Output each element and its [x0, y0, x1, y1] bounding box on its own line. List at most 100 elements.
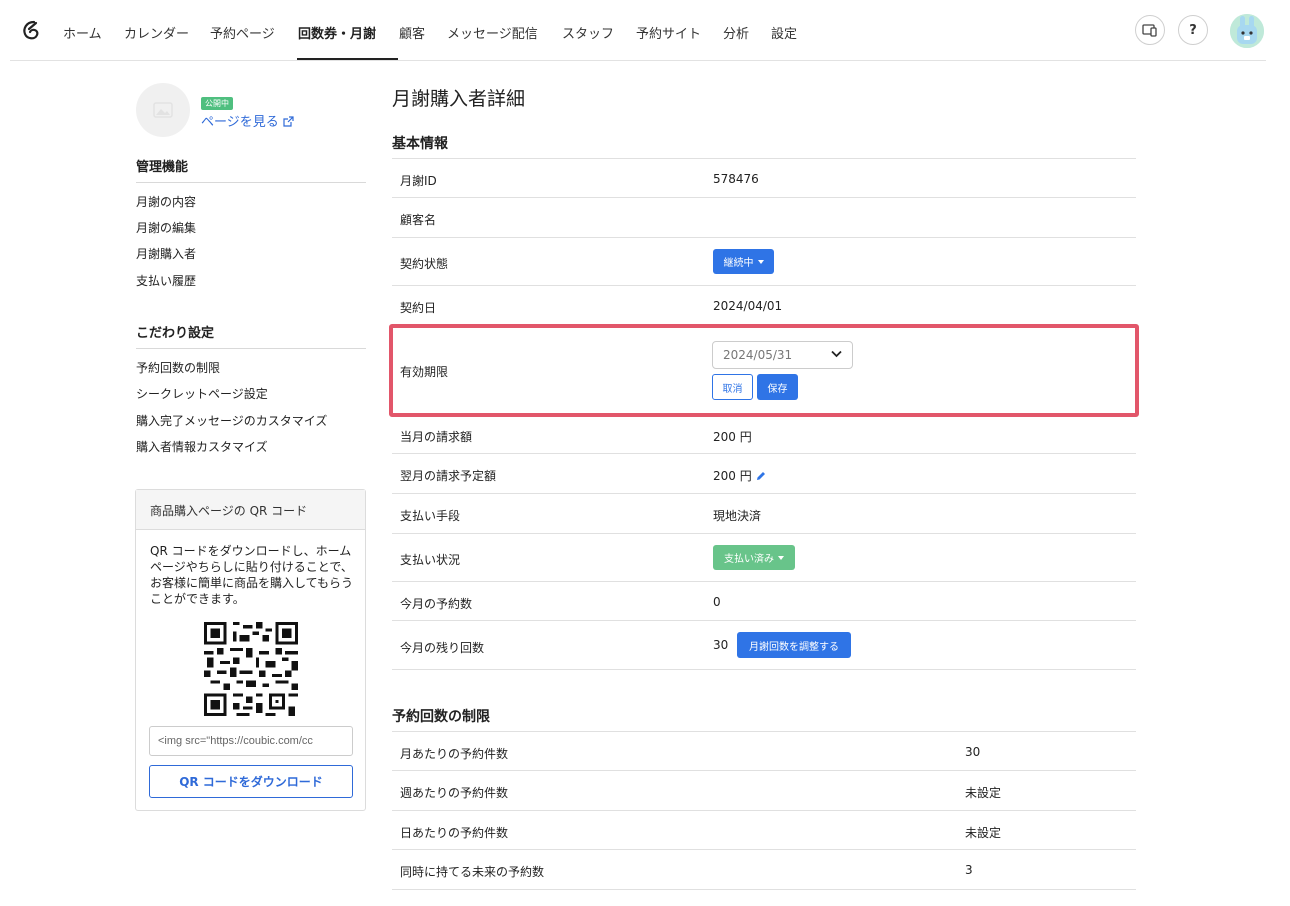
divider — [392, 849, 1136, 850]
divider — [392, 581, 1136, 582]
month-bookings-label: 今月の予約数 — [400, 597, 473, 611]
contract-status-value: 継続中 — [723, 258, 754, 269]
expiry-date-select[interactable]: 2024/05/31 — [712, 341, 853, 369]
nav-message-delivery[interactable]: メッセージ配信 — [447, 23, 538, 42]
caret-down-icon — [757, 259, 764, 264]
product-thumbnail — [136, 83, 190, 137]
payment-status-label: 支払い状況 — [400, 553, 461, 567]
limit-row-label: 同時に持てる未来の予約数 — [400, 865, 545, 879]
contract-status-label: 契約状態 — [400, 257, 449, 271]
contract-date-label: 契約日 — [400, 301, 437, 315]
nav-analytics[interactable]: 分析 — [723, 23, 749, 42]
sidebar-item-secret-page[interactable]: シークレットページ設定 — [136, 385, 268, 402]
pencil-edit-icon[interactable] — [756, 471, 766, 481]
expiry-date-value: 2024/05/31 — [723, 348, 793, 362]
view-page-link[interactable]: ページを見る — [201, 111, 294, 130]
qr-panel-heading: 商品購入ページの QR コード — [136, 490, 365, 530]
view-page-label: ページを見る — [201, 115, 279, 130]
payment-status-dropdown[interactable]: 支払い済み — [713, 545, 795, 570]
limit-row-label: 月あたりの予約件数 — [400, 747, 509, 761]
rabbit-avatar-icon — [1230, 14, 1264, 48]
remaining-count-value: 30 — [713, 638, 729, 652]
next-bill-value: 200 円 — [713, 469, 752, 483]
divider — [136, 348, 366, 349]
limit-row-value: 未設定 — [965, 826, 1002, 840]
expiry-label: 有効期限 — [400, 365, 449, 379]
expiry-edit-highlight — [389, 324, 1139, 417]
contract-status-dropdown[interactable]: 継続中 — [713, 249, 774, 274]
booking-limits-heading: 予約回数の制限 — [392, 709, 490, 725]
nav-tickets-monthly[interactable]: 回数券・月謝 — [298, 23, 376, 42]
active-tab-indicator — [297, 58, 398, 60]
sidebar-item-monthly-purchasers[interactable]: 月謝購入者 — [136, 245, 196, 262]
customer-name-label: 顧客名 — [400, 213, 437, 227]
divider — [392, 493, 1136, 494]
nav-home[interactable]: ホーム — [63, 23, 102, 42]
chevron-down-icon — [831, 350, 842, 358]
next-bill-label: 翌月の請求予定額 — [400, 469, 497, 483]
payment-method-label: 支払い手段 — [400, 509, 461, 523]
nav-settings[interactable]: 設定 — [771, 23, 797, 42]
management-heading: 管理機能 — [136, 160, 189, 175]
status-badge: 公開中 — [201, 97, 233, 110]
sidebar-item-booking-limit[interactable]: 予約回数の制限 — [136, 359, 220, 376]
id-value: 578476 — [713, 172, 759, 186]
current-bill-label: 当月の請求額 — [400, 430, 473, 444]
month-bookings-value: 0 — [713, 595, 721, 609]
custom-settings-heading: こだわり設定 — [136, 326, 215, 341]
top-navigation: ホーム カレンダー 予約ページ 回数券・月謝 顧客 メッセージ配信 スタッフ 予… — [10, 0, 1266, 61]
divider — [392, 158, 1136, 159]
user-avatar[interactable] — [1230, 14, 1264, 48]
caret-down-icon — [778, 555, 784, 560]
sidebar-item-completion-message[interactable]: 購入完了メッセージのカスタマイズ — [136, 412, 327, 429]
limit-row-value: 30 — [965, 745, 981, 759]
divider — [392, 453, 1136, 454]
qr-code-panel: 商品購入ページの QR コード QR コードをダウンロードし、ホームページやちら… — [135, 489, 366, 811]
divider — [392, 533, 1136, 534]
cancel-button[interactable]: 取消 — [712, 374, 753, 400]
devices-button[interactable] — [1135, 15, 1165, 45]
qr-download-button[interactable]: QR コードをダウンロード — [149, 765, 353, 798]
nav-booking-site[interactable]: 予約サイト — [636, 23, 701, 42]
limit-row-label: 週あたりの予約件数 — [400, 786, 509, 800]
divider — [392, 770, 1136, 771]
divider — [392, 669, 1136, 670]
divider — [392, 237, 1136, 238]
contract-date-value: 2024/04/01 — [713, 299, 783, 313]
nav-customers[interactable]: 顧客 — [399, 23, 425, 42]
page-title: 月謝購入者詳細 — [392, 88, 526, 110]
limit-row-value: 3 — [965, 863, 973, 877]
sidebar-item-payment-history[interactable]: 支払い履歴 — [136, 272, 196, 289]
divider — [392, 731, 1136, 732]
help-button[interactable]: ? — [1178, 15, 1208, 45]
divider — [392, 810, 1136, 811]
help-label: ? — [1189, 22, 1197, 38]
current-bill-value: 200 円 — [713, 430, 752, 444]
image-placeholder-icon — [153, 102, 173, 118]
divider — [392, 620, 1136, 621]
qr-embed-code-field[interactable]: <img src="https://coubic.com/cc — [149, 726, 353, 756]
divider — [392, 285, 1136, 286]
nav-calendar[interactable]: カレンダー — [124, 23, 189, 42]
save-button[interactable]: 保存 — [757, 374, 798, 400]
id-label: 月謝ID — [400, 174, 437, 188]
qr-code-image — [204, 622, 298, 716]
sidebar-item-monthly-content[interactable]: 月謝の内容 — [136, 193, 196, 210]
divider — [136, 182, 366, 183]
basic-info-heading: 基本情報 — [392, 136, 448, 152]
external-link-icon — [283, 116, 294, 127]
adjust-count-button[interactable]: 月謝回数を調整する — [737, 632, 851, 658]
divider — [392, 197, 1136, 198]
sidebar-item-purchaser-info[interactable]: 購入者情報カスタマイズ — [136, 438, 268, 455]
limit-row-label: 日あたりの予約件数 — [400, 826, 509, 840]
nav-staff[interactable]: スタッフ — [562, 23, 614, 42]
coubic-logo-icon[interactable] — [20, 20, 42, 42]
sidebar-item-monthly-edit[interactable]: 月謝の編集 — [136, 219, 196, 236]
payment-method-value: 現地決済 — [713, 509, 762, 523]
nav-booking-pages[interactable]: 予約ページ — [210, 23, 275, 42]
payment-status-value: 支払い済み — [724, 554, 774, 565]
qr-description: QR コードをダウンロードし、ホームページやちらしに貼り付けることで、お客様に簡… — [150, 544, 354, 606]
divider — [392, 889, 1136, 890]
devices-icon — [1142, 24, 1157, 37]
next-bill-value-group: 200 円 — [713, 467, 766, 484]
